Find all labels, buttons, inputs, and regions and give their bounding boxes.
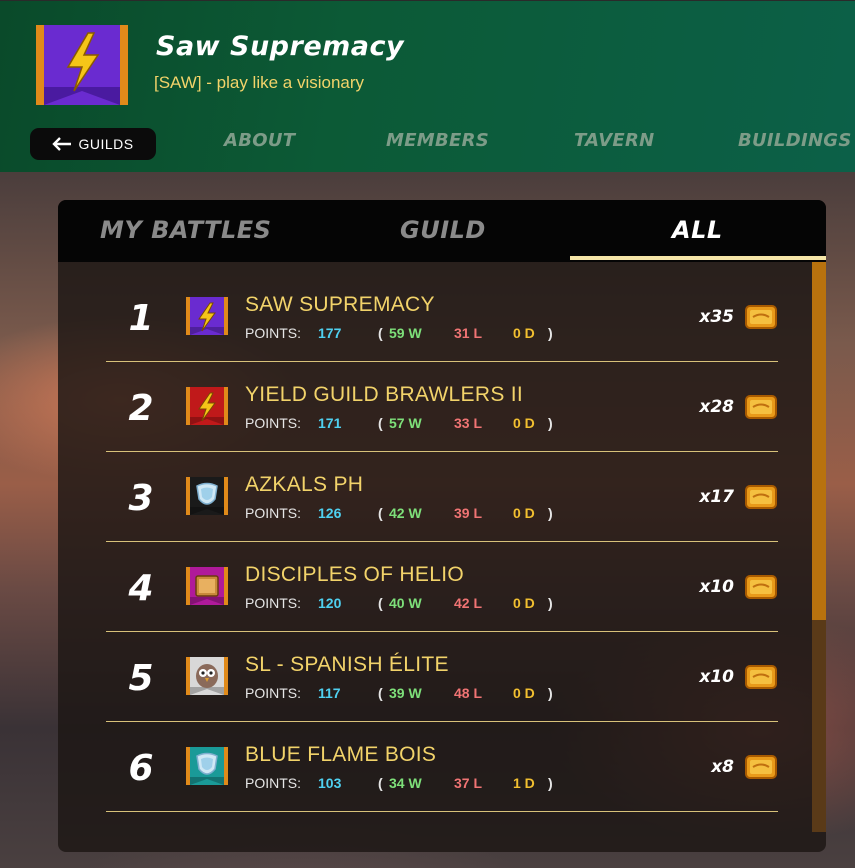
draws-count: 1 D bbox=[513, 775, 535, 791]
points-label: POINTS: bbox=[245, 775, 302, 791]
rank-number: 1 bbox=[128, 298, 154, 339]
wins-count: 34 W bbox=[389, 775, 422, 791]
tab-about[interactable]: ABOUT bbox=[224, 130, 295, 151]
reward-multiplier: x28 bbox=[699, 397, 734, 417]
guild-flag-icon bbox=[186, 477, 228, 515]
paren-close: ) bbox=[548, 415, 553, 431]
points-value: 120 bbox=[318, 595, 342, 611]
wins-count: 40 W bbox=[389, 595, 422, 611]
paren-close: ) bbox=[548, 325, 553, 341]
draws-count: 0 D bbox=[513, 415, 535, 431]
reward-multiplier: x10 bbox=[699, 577, 734, 597]
paren-open: ( bbox=[378, 505, 383, 521]
gold-chest-icon bbox=[745, 305, 777, 329]
losses-count: 33 L bbox=[454, 415, 483, 431]
back-button-label: GUILDS bbox=[78, 136, 134, 152]
gold-chest-icon bbox=[745, 485, 777, 509]
guild-title: Saw Supremacy bbox=[156, 31, 405, 62]
guild-name[interactable]: YIELD GUILD BRAWLERS II bbox=[245, 383, 523, 407]
guild-flag-icon bbox=[186, 387, 228, 425]
losses-count: 48 L bbox=[454, 685, 483, 701]
points-value: 103 bbox=[318, 775, 342, 791]
tab-tavern[interactable]: TAVERN bbox=[574, 130, 655, 151]
guild-flag-icon bbox=[186, 747, 228, 785]
rank-number: 4 bbox=[128, 568, 154, 609]
points-label: POINTS: bbox=[245, 505, 302, 521]
points-value: 117 bbox=[318, 685, 341, 701]
gold-chest-icon bbox=[745, 395, 777, 419]
wins-count: 42 W bbox=[389, 505, 422, 521]
guild-name[interactable]: AZKALS PH bbox=[245, 473, 363, 497]
gold-chest-icon bbox=[745, 665, 777, 689]
standings-row[interactable]: 4 DISCIPLES OF HELIO POINTS: 120 ( 40 W … bbox=[106, 542, 778, 632]
draws-count: 0 D bbox=[513, 505, 535, 521]
losses-count: 37 L bbox=[454, 775, 483, 791]
wins-count: 57 W bbox=[389, 415, 422, 431]
gold-chest-icon bbox=[745, 755, 777, 779]
draws-count: 0 D bbox=[513, 685, 535, 701]
points-label: POINTS: bbox=[245, 325, 302, 341]
rank-number: 5 bbox=[128, 658, 154, 699]
paren-open: ( bbox=[378, 325, 383, 341]
tab-guild[interactable]: GUILD bbox=[400, 216, 486, 244]
points-value: 177 bbox=[318, 325, 342, 341]
losses-count: 39 L bbox=[454, 505, 483, 521]
standings-row[interactable]: 6 BLUE FLAME BOIS POINTS: 103 ( 34 W 37 … bbox=[106, 722, 778, 812]
losses-count: 42 L bbox=[454, 595, 483, 611]
guild-flag-icon bbox=[186, 567, 228, 605]
rank-number: 6 bbox=[128, 748, 154, 789]
reward-multiplier: x8 bbox=[711, 757, 734, 777]
reward-multiplier: x10 bbox=[699, 667, 734, 687]
points-label: POINTS: bbox=[245, 415, 302, 431]
points-value: 126 bbox=[318, 505, 342, 521]
points-label: POINTS: bbox=[245, 685, 302, 701]
guild-name[interactable]: BLUE FLAME BOIS bbox=[245, 743, 436, 767]
tab-buildings[interactable]: BUILDINGS bbox=[738, 130, 852, 151]
wins-count: 59 W bbox=[389, 325, 422, 341]
arrow-left-icon bbox=[52, 137, 72, 151]
paren-close: ) bbox=[548, 595, 553, 611]
points-value: 171 bbox=[318, 415, 342, 431]
guild-banner-icon bbox=[36, 25, 128, 105]
paren-close: ) bbox=[548, 775, 553, 791]
rank-number: 3 bbox=[128, 478, 154, 519]
active-tab-indicator bbox=[570, 256, 826, 260]
wins-count: 39 W bbox=[389, 685, 422, 701]
gold-chest-icon bbox=[745, 575, 777, 599]
paren-open: ( bbox=[378, 775, 383, 791]
paren-close: ) bbox=[548, 685, 553, 701]
scrollbar-thumb[interactable] bbox=[812, 262, 826, 620]
tab-members[interactable]: MEMBERS bbox=[386, 130, 489, 151]
guild-name[interactable]: DISCIPLES OF HELIO bbox=[245, 563, 464, 587]
tab-all[interactable]: ALL bbox=[672, 216, 723, 244]
brawl-standings-panel: MY BATTLES GUILD ALL 1 SAW SUPREMACY POI… bbox=[58, 200, 826, 852]
standings-row[interactable]: 2 YIELD GUILD BRAWLERS II POINTS: 171 ( … bbox=[106, 362, 778, 452]
rank-number: 2 bbox=[128, 388, 154, 429]
standings-row[interactable]: 3 AZKALS PH POINTS: 126 ( 42 W 39 L 0 D … bbox=[106, 452, 778, 542]
guild-name[interactable]: SAW SUPREMACY bbox=[245, 293, 435, 317]
back-to-guilds-button[interactable]: GUILDS bbox=[30, 128, 156, 160]
standings-row[interactable]: 5 SL - SPANISH ÉLITE POINTS: 117 ( 39 W … bbox=[106, 632, 778, 722]
guild-flag-icon bbox=[186, 657, 228, 695]
standings-row[interactable]: 1 SAW SUPREMACY POINTS: 177 ( 59 W 31 L … bbox=[106, 272, 778, 362]
tab-my-battles[interactable]: MY BATTLES bbox=[100, 216, 271, 244]
paren-open: ( bbox=[378, 685, 383, 701]
draws-count: 0 D bbox=[513, 325, 535, 341]
guild-name[interactable]: SL - SPANISH ÉLITE bbox=[245, 653, 449, 677]
paren-open: ( bbox=[378, 415, 383, 431]
points-label: POINTS: bbox=[245, 595, 302, 611]
draws-count: 0 D bbox=[513, 595, 535, 611]
losses-count: 31 L bbox=[454, 325, 483, 341]
reward-multiplier: x17 bbox=[699, 487, 734, 507]
paren-open: ( bbox=[378, 595, 383, 611]
battle-filter-tabs: MY BATTLES GUILD ALL bbox=[58, 200, 826, 262]
guild-header: Saw Supremacy [SAW] - play like a vision… bbox=[0, 0, 855, 172]
guild-flag-icon bbox=[186, 297, 228, 335]
paren-close: ) bbox=[548, 505, 553, 521]
guild-motto: [SAW] - play like a visionary bbox=[154, 73, 365, 92]
reward-multiplier: x35 bbox=[699, 307, 734, 327]
